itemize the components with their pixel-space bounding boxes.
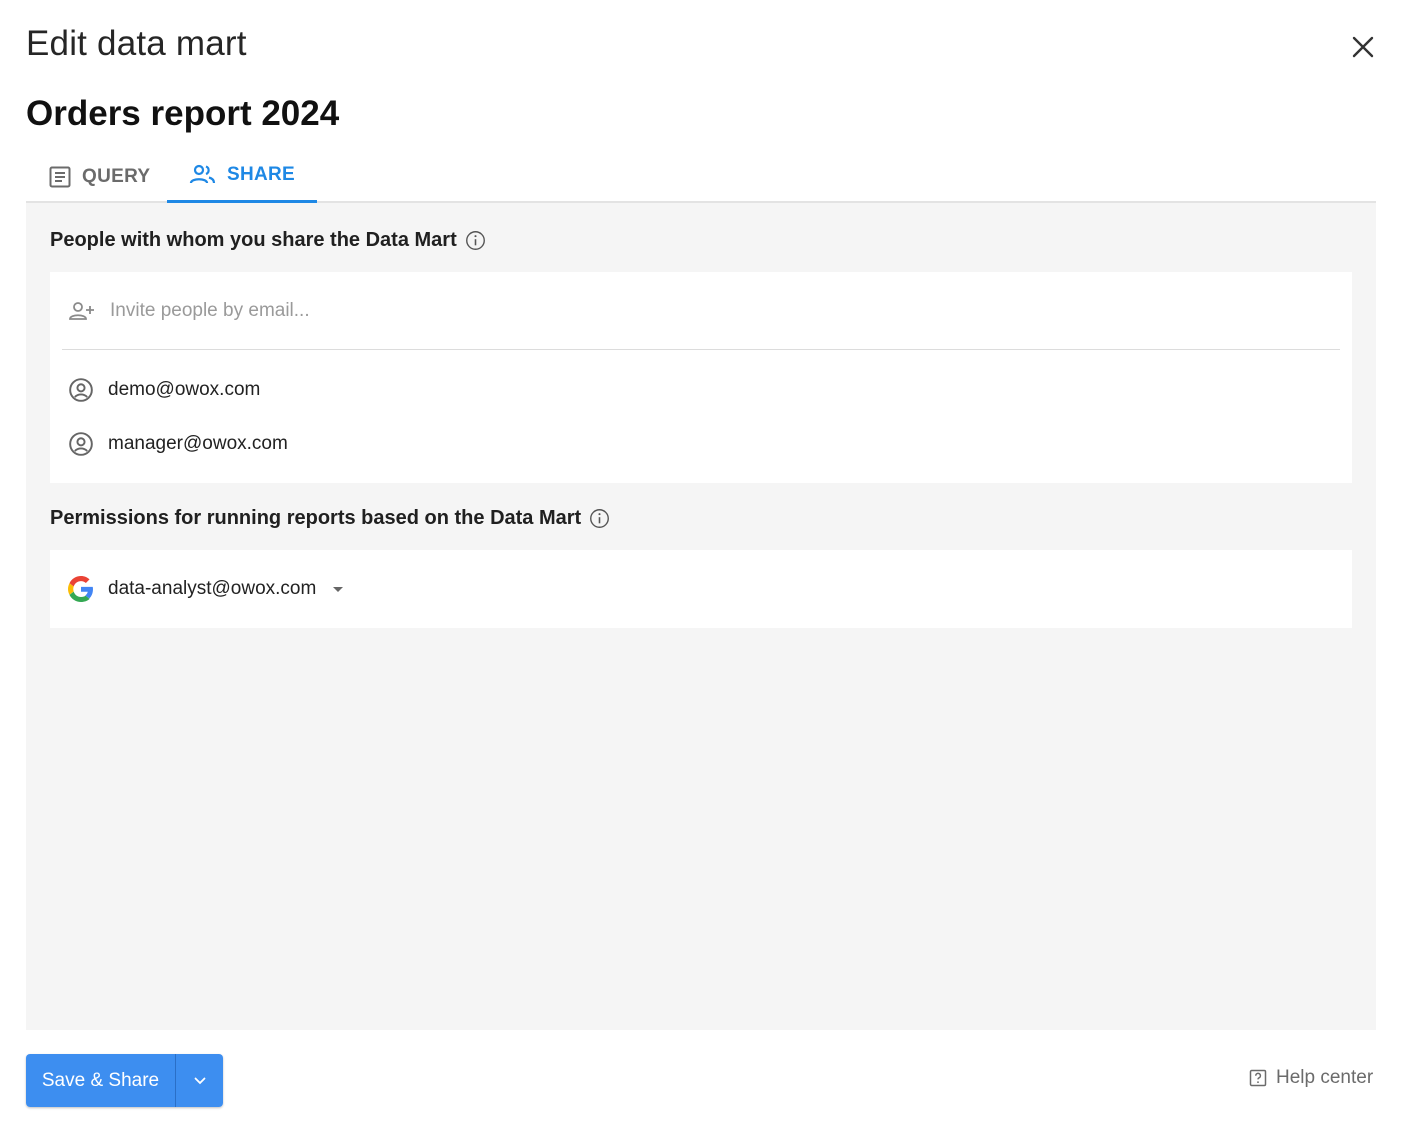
data-mart-name: Orders report 2024 (26, 94, 340, 133)
share-panel: People with whom you share the Data Mart (26, 203, 1376, 1030)
people-section-heading: People with whom you share the Data Mart (50, 229, 486, 252)
permissions-section-title: Permissions for running reports based on… (50, 507, 582, 529)
info-icon[interactable] (465, 230, 486, 251)
account-circle-icon (69, 432, 93, 456)
people-card: demo@owox.com manager@owox.com (50, 272, 1352, 483)
help-center-link[interactable]: Help center (1248, 1067, 1373, 1089)
tab-share-label: SHARE (227, 164, 296, 185)
permission-account-email: data-analyst@owox.com (108, 578, 317, 599)
tab-bar: QUERY SHARE (26, 150, 1376, 203)
shared-person-email: demo@owox.com (108, 379, 261, 400)
edit-data-mart-dialog: Edit data mart Orders report 2024 QUERY … (0, 0, 1403, 1130)
info-icon[interactable] (589, 508, 610, 529)
chevron-down-icon (194, 1077, 205, 1084)
invite-row[interactable] (62, 272, 1340, 350)
permissions-card: data-analyst@owox.com (50, 550, 1352, 628)
shared-person-email: manager@owox.com (108, 433, 288, 454)
save-split-button: Save & Share (26, 1054, 223, 1107)
people-icon (189, 164, 216, 184)
invite-email-input[interactable] (108, 298, 1212, 323)
dropdown-arrow-icon (333, 587, 344, 592)
save-and-share-button[interactable]: Save & Share (26, 1054, 175, 1107)
people-section-title: People with whom you share the Data Mart (50, 229, 457, 251)
person-add-icon (69, 301, 94, 320)
close-icon (1352, 36, 1374, 58)
dialog-title: Edit data mart (26, 24, 247, 63)
shared-person-row: manager@owox.com (68, 427, 288, 461)
article-icon (49, 166, 71, 187)
permissions-section-heading: Permissions for running reports based on… (50, 507, 610, 530)
shared-person-row: demo@owox.com (68, 373, 260, 407)
close-button[interactable] (1346, 30, 1380, 64)
help-icon (1249, 1069, 1267, 1087)
account-circle-icon (69, 378, 93, 402)
tab-query[interactable]: QUERY (26, 150, 172, 203)
help-center-label: Help center (1276, 1067, 1374, 1088)
google-icon (68, 576, 93, 602)
tab-query-label: QUERY (82, 165, 151, 187)
permission-account-select[interactable]: data-analyst@owox.com (68, 572, 346, 606)
save-options-toggle[interactable] (175, 1054, 223, 1107)
tab-share[interactable]: SHARE (167, 150, 318, 203)
